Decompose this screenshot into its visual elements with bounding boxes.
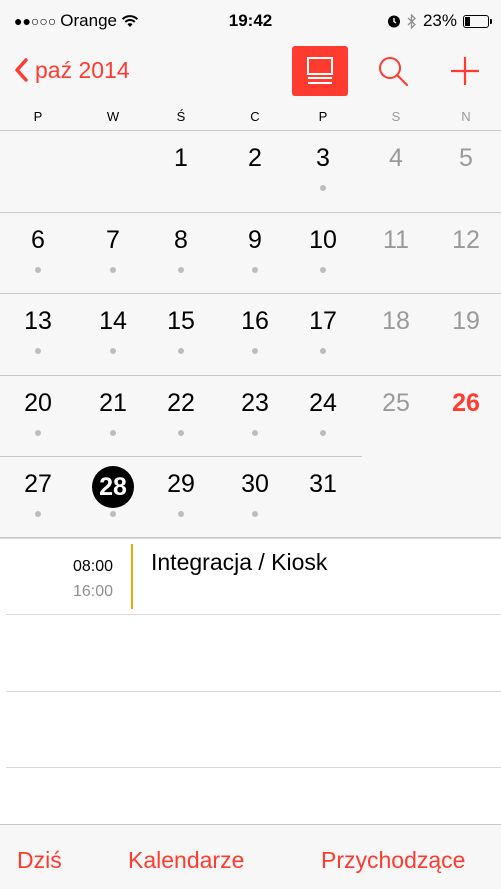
event-indicator-dot xyxy=(35,511,41,517)
day-cell[interactable]: 26 xyxy=(446,389,486,418)
add-event-button[interactable] xyxy=(448,54,482,88)
event-indicator-dot xyxy=(110,266,116,273)
day-cell[interactable]: 8 xyxy=(161,226,201,255)
week-separator xyxy=(0,456,362,457)
nav-bar: paź 2014 xyxy=(0,40,501,102)
day-cell[interactable]: 30 xyxy=(235,470,275,499)
day-cell[interactable]: 22 xyxy=(161,389,201,418)
battery-percent: 23% xyxy=(422,11,457,30)
weekday-label: C xyxy=(250,109,260,124)
event-indicator-dot xyxy=(320,429,326,436)
day-cell[interactable]: 5 xyxy=(446,144,486,173)
event-start-time: 08:00 xyxy=(72,558,113,575)
event-indicator-dot xyxy=(35,348,41,354)
inbox-button[interactable]: Przychodzące xyxy=(321,847,465,874)
event-list: 08:00 16:00 Integracja / Kiosk xyxy=(0,538,501,824)
event-indicator-dot xyxy=(178,266,184,273)
week-separator xyxy=(0,293,501,294)
back-to-month-button[interactable]: paź 2014 xyxy=(14,53,130,87)
day-cell[interactable]: 7 xyxy=(93,226,133,255)
day-cell[interactable]: 20 xyxy=(18,389,58,418)
separator xyxy=(6,614,501,615)
day-cell[interactable]: 17 xyxy=(303,307,343,336)
event-indicator-dot xyxy=(252,429,258,436)
day-cell[interactable]: 16 xyxy=(235,307,275,336)
separator xyxy=(6,767,501,768)
day-cell[interactable]: 29 xyxy=(161,470,201,499)
day-cell[interactable]: 14 xyxy=(93,307,133,336)
day-cell[interactable]: 31 xyxy=(303,470,343,499)
day-cell[interactable]: 2 xyxy=(235,144,275,173)
battery-level xyxy=(465,16,470,26)
weekday-header: PWŚCPSN xyxy=(0,102,501,130)
search-icon xyxy=(379,57,408,86)
search-button[interactable] xyxy=(376,54,410,88)
day-cell[interactable]: 25 xyxy=(376,389,416,418)
day-cell[interactable]: 10 xyxy=(303,226,343,255)
day-cell[interactable]: 13 xyxy=(18,307,58,336)
calendars-button[interactable]: Kalendarze xyxy=(128,847,244,874)
day-cell[interactable]: 1 xyxy=(161,144,201,173)
week-separator xyxy=(0,130,501,131)
event-indicator-dot xyxy=(35,266,41,273)
day-cell[interactable]: 15 xyxy=(161,307,201,336)
event-indicator-dot xyxy=(252,266,258,273)
day-cell[interactable]: 24 xyxy=(303,389,343,418)
week-separator xyxy=(0,374,501,376)
weekday-label: S xyxy=(391,109,401,124)
event-indicator-dot xyxy=(320,266,326,273)
day-cell[interactable]: 28 xyxy=(92,466,134,508)
event-indicator-dot xyxy=(320,185,326,191)
day-cell[interactable]: 3 xyxy=(303,144,343,173)
event-indicator-dot xyxy=(35,429,41,436)
event-indicator-dot xyxy=(178,429,184,436)
day-cell[interactable]: 6 xyxy=(18,226,58,255)
day-cell[interactable]: 19 xyxy=(446,307,486,336)
day-cell[interactable]: 21 xyxy=(93,389,133,418)
event-color-bar xyxy=(131,544,133,609)
event-end-time: 16:00 xyxy=(72,583,113,600)
event-indicator-dot xyxy=(252,348,258,354)
day-cell[interactable]: 12 xyxy=(446,226,486,255)
status-bar: ●●○○○ Orange 19:42 23% xyxy=(0,0,501,40)
event-indicator-dot xyxy=(178,348,184,354)
day-cell[interactable]: 4 xyxy=(376,144,416,173)
day-cell[interactable]: 23 xyxy=(235,389,275,418)
event-indicator-dot xyxy=(110,511,116,517)
event-indicator-dot xyxy=(110,429,116,436)
battery-nub xyxy=(490,18,492,24)
weekday-label: P xyxy=(318,109,328,124)
day-cell[interactable]: 11 xyxy=(376,226,416,255)
weekday-label: N xyxy=(461,109,471,124)
tab-bar: Dziś Kalendarze Przychodzące xyxy=(0,824,501,889)
back-label: paź 2014 xyxy=(35,56,130,83)
day-cell[interactable]: 9 xyxy=(235,226,275,255)
event-indicator-dot xyxy=(252,511,258,517)
separator xyxy=(0,538,501,539)
event-title[interactable]: Integracja / Kiosk xyxy=(151,549,327,576)
weekday-label: P xyxy=(33,109,43,124)
day-cell[interactable]: 27 xyxy=(18,470,58,499)
month-grid: 1 2 3 4 5 6 7 8 9 10 11 12 13 14 15 16 17 18 19 20 21 22 23 24 2… xyxy=(0,130,501,538)
list-view-icon xyxy=(307,57,333,84)
plus-icon xyxy=(451,57,479,85)
event-indicator-dot xyxy=(320,348,326,354)
today-button[interactable]: Dziś xyxy=(17,847,62,874)
status-right: 23% xyxy=(387,11,492,31)
list-view-button[interactable] xyxy=(292,46,348,96)
weekday-label: Ś xyxy=(176,109,186,124)
day-cell[interactable]: 18 xyxy=(376,307,416,336)
battery-icon xyxy=(463,14,492,28)
week-separator xyxy=(0,211,501,213)
separator xyxy=(6,691,501,692)
event-indicator-dot xyxy=(110,348,116,354)
event-indicator-dot xyxy=(178,511,184,517)
alarm-icon xyxy=(387,15,400,28)
chevron-left-icon xyxy=(15,58,28,82)
weekday-label: W xyxy=(106,109,120,124)
bluetooth-icon xyxy=(407,13,416,29)
